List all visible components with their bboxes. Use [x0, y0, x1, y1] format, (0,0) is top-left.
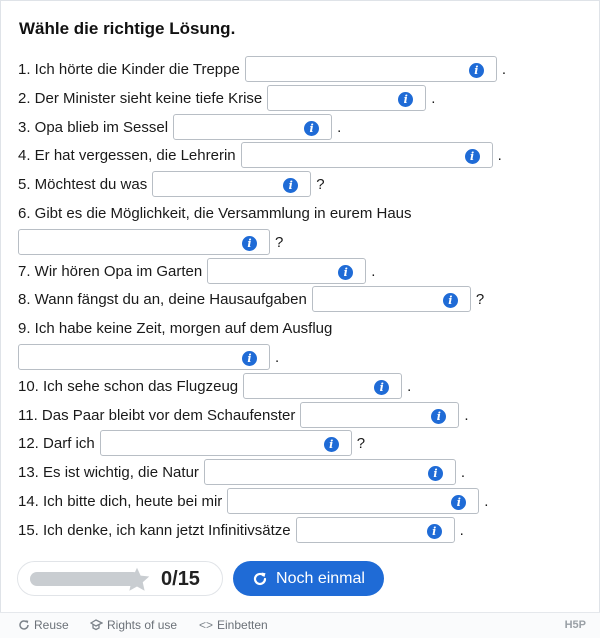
info-icon[interactable]: i: [464, 149, 480, 164]
answer-input-4[interactable]: i: [240, 142, 493, 168]
star-icon: [124, 567, 150, 591]
question-punctuation: .: [497, 146, 502, 164]
question-2: 2. Der Minister sieht keine tiefe Krise …: [18, 85, 435, 111]
score-max: 15: [177, 568, 200, 590]
question-text: 12. Darf ich: [18, 434, 95, 452]
question-text: 13. Es ist wichtig, die Natur: [18, 463, 199, 481]
question-text: 4. Er hat vergessen, die Lehrerin: [18, 146, 236, 164]
question-punctuation: .: [501, 60, 506, 78]
retry-button-label: Noch einmal: [276, 569, 365, 587]
question-text: 14. Ich bitte dich, heute bei mir: [18, 492, 223, 510]
answer-input-11[interactable]: i: [300, 402, 460, 428]
question-punctuation: ?: [356, 434, 366, 452]
answer-input-2[interactable]: i: [267, 85, 427, 111]
question-punctuation: .: [407, 377, 412, 395]
embed-button[interactable]: <> Einbetten: [199, 618, 268, 632]
question-11: 11. Das Paar bleibt vor dem Schaufenster…: [18, 402, 469, 428]
embed-label: Einbetten: [217, 618, 268, 632]
question-6: 6. Gibt es die Möglichkeit, die Versamml…: [18, 200, 412, 226]
question-8: 8. Wann fängst du an, deine Hausaufgaben…: [18, 286, 484, 312]
question-punctuation: .: [460, 463, 466, 481]
question-punctuation: ?: [475, 290, 485, 308]
question-text: 2. Der Minister sieht keine tiefe Krise: [18, 89, 263, 107]
question-6-gap-line: i ?: [18, 229, 283, 255]
answer-input-14[interactable]: i: [227, 488, 480, 514]
question-4: 4. Er hat vergessen, die Lehrerin i .: [18, 142, 502, 168]
question-punctuation: ?: [316, 175, 325, 193]
question-9: 9. Ich habe keine Zeit, morgen auf dem A…: [18, 315, 332, 341]
score-text: 0/15: [161, 568, 200, 591]
question-text: 15. Ich denke, ich kann jetzt Infinitivs…: [18, 521, 291, 539]
question-15: 15. Ich denke, ich kann jetzt Infinitivs…: [18, 517, 464, 543]
info-icon[interactable]: i: [451, 495, 467, 510]
copyright-icon: [90, 619, 103, 631]
answer-input-5[interactable]: i: [152, 171, 312, 197]
question-punctuation: .: [337, 118, 342, 136]
question-3: 3. Opa blieb im Sessel i .: [18, 114, 341, 140]
rights-of-use-label: Rights of use: [107, 618, 178, 632]
question-text: 10. Ich sehe schon das Flugzeug: [18, 377, 239, 395]
question-text: 6. Gibt es die Möglichkeit, die Versamml…: [18, 204, 412, 222]
question-punctuation: .: [484, 492, 489, 510]
question-punctuation: .: [275, 348, 280, 366]
question-14: 14. Ich bitte dich, heute bei mir i .: [18, 488, 488, 514]
retry-icon: [253, 572, 267, 585]
question-13: 13. Es ist wichtig, die Natur i .: [18, 459, 465, 485]
question-text: 5. Möchtest du was: [18, 175, 148, 193]
info-icon[interactable]: i: [468, 63, 484, 78]
info-icon[interactable]: i: [442, 293, 458, 308]
retry-button[interactable]: Noch einmal: [233, 561, 384, 596]
answer-input-12[interactable]: i: [99, 430, 352, 456]
info-icon[interactable]: i: [242, 351, 257, 366]
info-icon[interactable]: i: [426, 524, 442, 539]
task-description: Wähle die richtige Lösung.: [19, 19, 236, 38]
question-7: 7. Wir hören Opa im Garten i .: [18, 258, 375, 284]
question-text: 1. Ich hörte die Kinder die Treppe: [18, 60, 240, 78]
question-10: 10. Ich sehe schon das Flugzeug i .: [18, 373, 411, 399]
reuse-label: Reuse: [34, 618, 69, 632]
question-5: 5. Möchtest du was i ?: [18, 171, 325, 197]
info-icon[interactable]: i: [323, 437, 339, 452]
answer-input-7[interactable]: i: [207, 258, 367, 284]
answer-input-10[interactable]: i: [243, 373, 403, 399]
answer-input-1[interactable]: i: [244, 56, 497, 82]
question-punctuation: .: [371, 262, 376, 280]
info-icon[interactable]: i: [304, 121, 320, 136]
question-9-gap-line: i .: [18, 344, 279, 370]
question-punctuation: .: [464, 406, 469, 424]
question-text: 7. Wir hören Opa im Garten: [18, 262, 203, 280]
question-text: 9. Ich habe keine Zeit, morgen auf dem A…: [18, 319, 333, 337]
reuse-button[interactable]: Reuse: [18, 618, 69, 632]
info-icon[interactable]: i: [427, 466, 443, 481]
answer-input-3[interactable]: i: [173, 114, 333, 140]
info-icon[interactable]: i: [374, 380, 390, 395]
info-icon[interactable]: i: [283, 178, 299, 193]
answer-input-9[interactable]: i: [18, 344, 270, 370]
code-icon: <>: [199, 618, 214, 632]
question-punctuation: .: [459, 521, 464, 539]
question-punctuation: .: [431, 89, 436, 107]
question-text: 3. Opa blieb im Sessel: [18, 118, 169, 136]
info-icon[interactable]: i: [431, 409, 447, 424]
question-12: 12. Darf ich i ?: [18, 430, 365, 456]
rights-of-use-button[interactable]: Rights of use: [90, 618, 177, 632]
info-icon[interactable]: i: [398, 92, 414, 107]
question-text: 11. Das Paar bleibt vor dem Schaufenster: [18, 406, 296, 424]
answer-input-13[interactable]: i: [203, 459, 456, 485]
answer-input-8[interactable]: i: [311, 286, 471, 312]
score-panel: 0/15: [17, 561, 223, 596]
reuse-icon: [19, 620, 29, 630]
h5p-logo[interactable]: H5P: [565, 619, 586, 631]
answer-input-6[interactable]: i: [18, 229, 270, 255]
question-text: 8. Wann fängst du an, deine Hausaufgaben: [18, 290, 307, 308]
score-value: 0: [161, 568, 173, 590]
answer-input-15[interactable]: i: [295, 517, 455, 543]
info-icon[interactable]: i: [338, 265, 354, 280]
info-icon[interactable]: i: [242, 236, 257, 251]
question-1: 1. Ich hörte die Kinder die Treppe i .: [18, 56, 506, 82]
question-punctuation: ?: [275, 233, 284, 251]
